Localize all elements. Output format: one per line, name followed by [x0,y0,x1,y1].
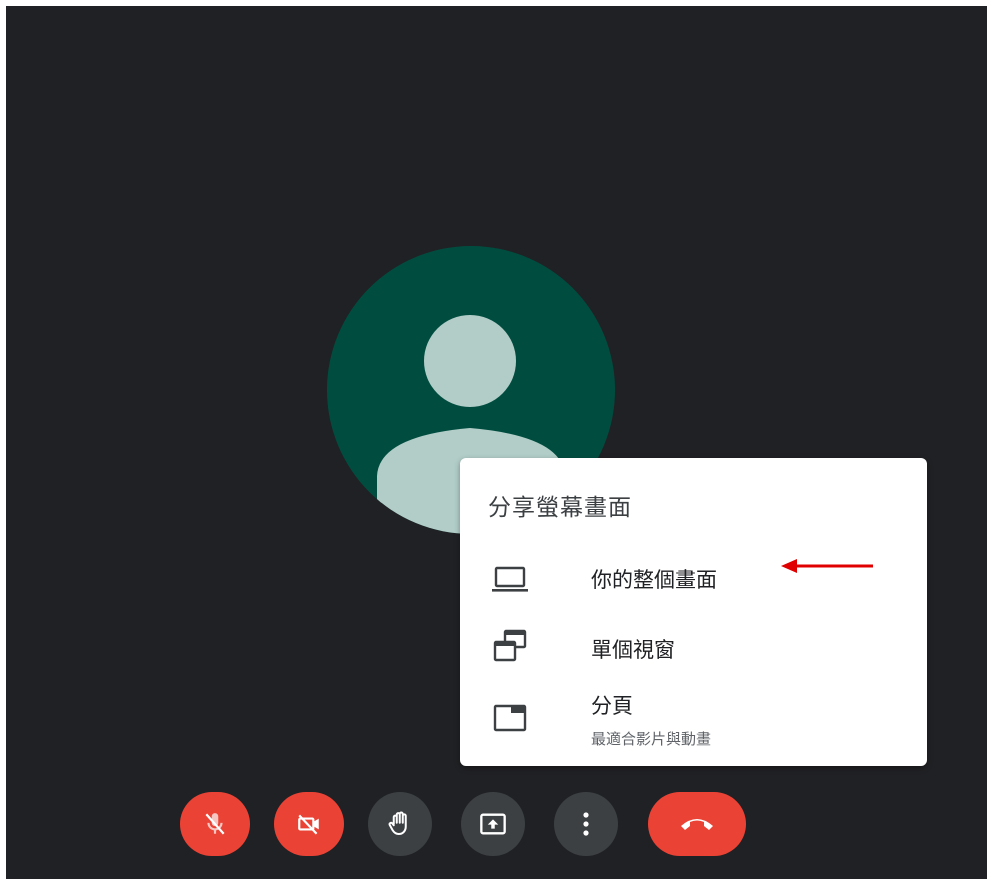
menu-title: 分享螢幕畫面 [488,495,632,521]
call-controls [6,792,987,862]
hand-icon [385,809,415,839]
menu-item-label: 你的整個畫面 [591,568,717,592]
menu-item-label: 單個視窗 [591,638,675,662]
videocam-off-icon [295,811,323,837]
laptop-icon [490,560,530,596]
camera-toggle[interactable] [274,792,344,856]
mic-off-icon [202,811,228,837]
present-to-all-icon [479,811,507,837]
meeting-stage: 分享螢幕畫面 你的整個畫面 單個視窗 分頁 最適合影片與動畫 [6,6,987,879]
present-now-button[interactable] [461,792,525,856]
microphone-toggle[interactable] [180,792,250,856]
window-stack-icon [490,628,530,664]
raise-hand-button[interactable] [368,792,432,856]
menu-item-subtitle: 最適合影片與動畫 [591,730,712,748]
tab-icon [490,700,530,736]
more-vert-icon [581,810,591,838]
share-screen-menu: 分享螢幕畫面 你的整個畫面 單個視窗 分頁 最適合影片與動畫 [460,458,927,766]
more-options-button[interactable] [554,792,618,856]
menu-item-tab[interactable]: 分頁 最適合影片與動畫 [460,684,927,756]
leave-call-button[interactable] [648,792,746,856]
call-end-icon [679,814,715,834]
menu-item-label: 分頁 [591,694,633,718]
annotation-arrow [781,558,876,574]
menu-item-window[interactable]: 單個視窗 [460,616,927,680]
